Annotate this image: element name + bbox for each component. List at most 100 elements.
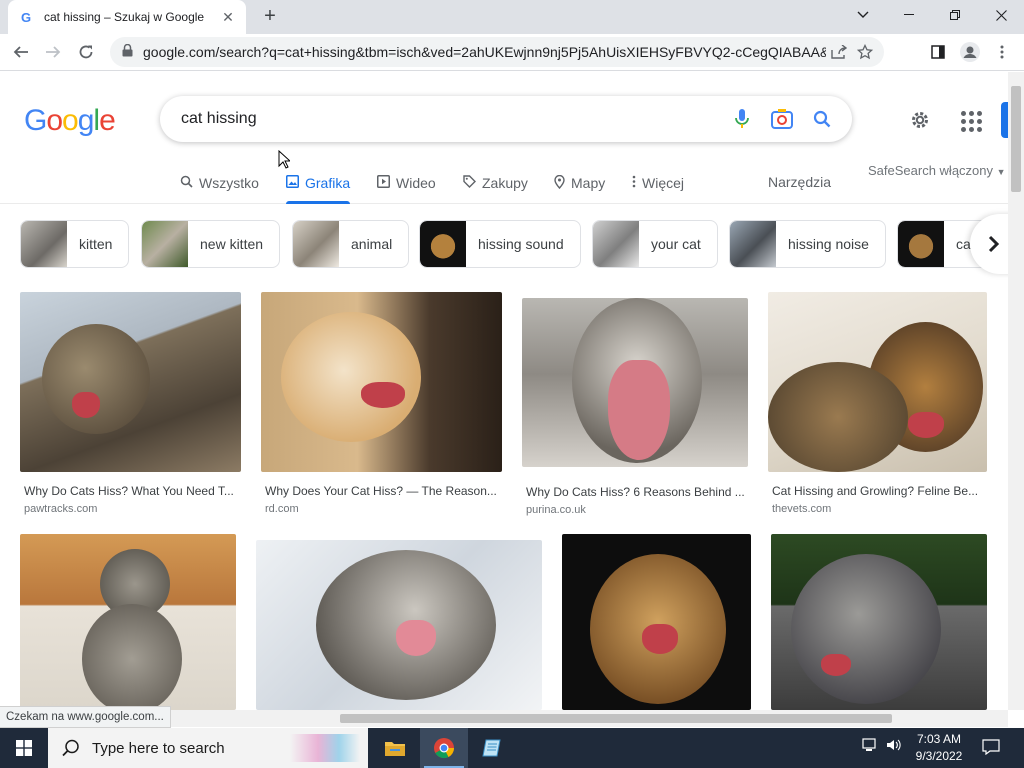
vertical-scrollbar[interactable] <box>1008 72 1024 710</box>
result-title[interactable]: Why Do Cats Hiss? 6 Reasons Behind ... <box>522 485 748 499</box>
image-result[interactable] <box>20 534 236 710</box>
image-result[interactable]: Why Do Cats Hiss? What You Need T... paw… <box>20 292 241 515</box>
result-image[interactable] <box>522 298 748 467</box>
close-window-button[interactable] <box>978 0 1024 30</box>
share-icon[interactable] <box>826 39 852 65</box>
chip-animal[interactable]: animal <box>292 220 410 268</box>
chip-new-kitten[interactable]: new kitten <box>141 220 281 268</box>
result-title[interactable]: Why Do Cats Hiss? What You Need T... <box>20 484 241 498</box>
chip-hissing-sound[interactable]: hissing sound <box>419 220 581 268</box>
browser-tab[interactable]: G cat hissing – Szukaj w Google ✕ <box>8 0 246 34</box>
lock-icon[interactable] <box>122 43 133 60</box>
clock-time: 7:03 AM <box>916 732 962 746</box>
taskbar-clock[interactable]: 7:03 AM 9/3/2022 <box>912 731 966 765</box>
close-tab-icon[interactable]: ✕ <box>220 9 236 26</box>
result-image[interactable] <box>20 534 236 710</box>
result-source[interactable]: thevets.com <box>768 503 987 515</box>
chip-label: your cat <box>651 236 701 252</box>
safesearch-toggle[interactable]: SafeSearch włączony ▼ <box>868 163 1006 178</box>
tab-more[interactable]: Więcej <box>632 164 684 202</box>
new-tab-button[interactable]: + <box>258 4 282 28</box>
cat-photo <box>20 534 236 710</box>
google-apps-grid-icon[interactable] <box>956 106 984 134</box>
search-input[interactable] <box>181 110 722 128</box>
logo-letter: o <box>62 104 79 137</box>
horizontal-scroll-thumb[interactable] <box>340 714 892 723</box>
google-logo[interactable]: Google <box>24 104 116 138</box>
more-vert-icon <box>632 175 636 191</box>
tab-shopping[interactable]: Zakupy <box>463 164 528 202</box>
bookmark-star-icon[interactable] <box>852 39 878 65</box>
forward-arrow-icon[interactable] <box>41 40 65 64</box>
voice-search-mic-icon[interactable] <box>722 99 762 139</box>
side-panel-icon[interactable] <box>926 40 950 64</box>
tab-title: cat hissing – Szukaj w Google <box>44 10 205 24</box>
restore-button[interactable] <box>932 0 978 30</box>
reload-icon[interactable] <box>74 40 98 64</box>
result-title[interactable]: Cat Hissing and Growling? Feline Be... <box>768 484 987 498</box>
tab-all[interactable]: Wszystko <box>180 164 259 202</box>
tab-maps[interactable]: Mapy <box>554 164 605 202</box>
windows-start-button[interactable] <box>0 728 48 768</box>
chrome-taskbar-icon[interactable] <box>420 728 468 768</box>
image-result[interactable]: Why Do Cats Hiss? 6 Reasons Behind ... p… <box>522 298 748 516</box>
chip-hissing-noise[interactable]: hissing noise <box>729 220 886 268</box>
file-explorer-icon[interactable] <box>371 728 419 768</box>
taskbar-search-placeholder: Type here to search <box>92 739 225 757</box>
vertical-scroll-thumb[interactable] <box>1011 86 1021 192</box>
profile-avatar-icon[interactable] <box>958 40 982 64</box>
result-image[interactable] <box>256 540 542 710</box>
result-image[interactable] <box>261 292 502 472</box>
result-image[interactable] <box>562 534 751 710</box>
volume-icon[interactable] <box>886 738 902 755</box>
tab-label: Mapy <box>571 175 606 191</box>
result-image[interactable] <box>20 292 241 472</box>
cat-photo <box>20 292 241 472</box>
windows-taskbar: Type here to search 7:03 AM 9/3/2022 <box>0 728 1024 768</box>
tab-strip: G cat hissing – Szukaj w Google ✕ + <box>0 0 1024 34</box>
result-image[interactable] <box>771 534 987 710</box>
search-box <box>160 96 852 142</box>
mouse-cursor-icon <box>278 150 290 169</box>
result-source[interactable]: pawtracks.com <box>20 503 241 515</box>
result-title[interactable]: Why Does Your Cat Hiss? — The Reason... <box>261 484 502 498</box>
chip-thumbnail <box>593 221 639 267</box>
tab-label: Więcej <box>642 175 685 191</box>
result-source[interactable]: rd.com <box>261 503 502 515</box>
chip-label: hissing noise <box>788 236 869 252</box>
image-result[interactable] <box>562 534 751 710</box>
chip-your-cat[interactable]: your cat <box>592 220 718 268</box>
minimize-button[interactable] <box>886 0 932 30</box>
tab-videos[interactable]: Wideo <box>377 164 436 202</box>
image-result[interactable]: Why Does Your Cat Hiss? — The Reason... … <box>261 292 502 515</box>
tab-label: Wszystko <box>199 175 259 191</box>
settings-gear-icon[interactable] <box>906 106 934 134</box>
back-arrow-icon[interactable] <box>9 40 33 64</box>
chrome-menu-icon[interactable] <box>990 40 1014 64</box>
tab-images[interactable]: Grafika <box>286 164 351 204</box>
notifications-icon[interactable] <box>982 739 1000 758</box>
address-bar[interactable]: google.com/search?q=cat+hissing&tbm=isch… <box>110 37 884 67</box>
chip-label: kitten <box>79 236 113 252</box>
network-icon[interactable] <box>862 738 878 755</box>
tools-button[interactable]: Narzędzia <box>768 174 831 190</box>
map-pin-icon <box>554 174 565 192</box>
tab-search-chevron-icon[interactable] <box>840 0 886 30</box>
lens-camera-icon[interactable] <box>762 99 802 139</box>
cat-photo <box>256 540 542 710</box>
image-result[interactable] <box>771 534 987 710</box>
taskbar-search-box[interactable]: Type here to search <box>48 728 368 768</box>
chip-kitten[interactable]: kitten <box>20 220 130 268</box>
image-result[interactable] <box>256 540 542 710</box>
result-source[interactable]: purina.co.uk <box>522 504 748 516</box>
google-favicon-icon: G <box>20 9 32 25</box>
image-result[interactable]: Cat Hissing and Growling? Feline Be... t… <box>768 292 987 515</box>
logo-letter: e <box>99 104 116 137</box>
tab-label: Wideo <box>396 175 436 191</box>
search-type-tabs: Wszystko Grafika Wideo Zakupy Mapy Więce… <box>0 164 1008 204</box>
result-image[interactable] <box>768 292 987 472</box>
notepad-app-icon[interactable] <box>469 728 517 768</box>
chip-thumbnail <box>293 221 339 267</box>
chip-thumbnail <box>21 221 67 267</box>
search-submit-icon[interactable] <box>802 99 842 139</box>
